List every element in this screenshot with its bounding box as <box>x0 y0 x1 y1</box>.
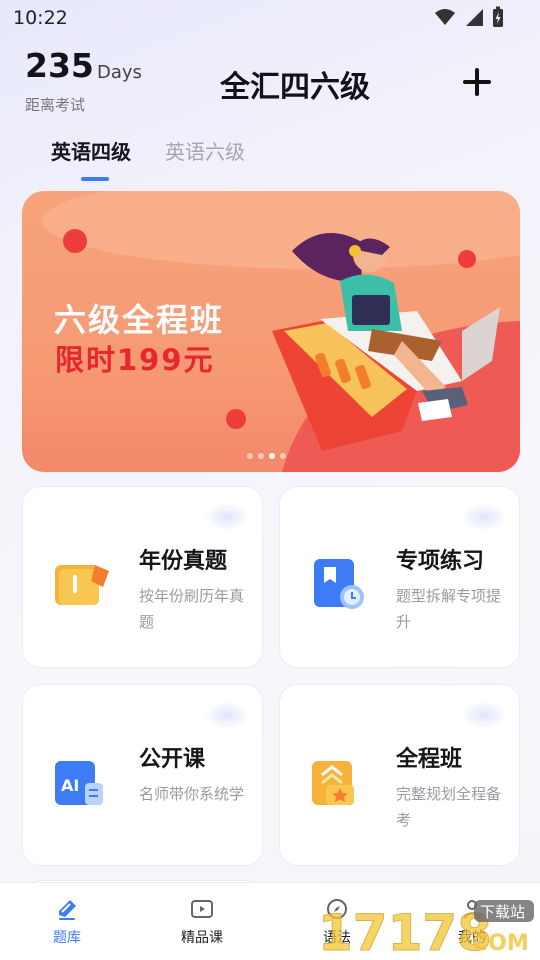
card-past-papers[interactable]: 年份真题 按年份刷历年真题 <box>22 486 263 668</box>
book-icon <box>55 565 109 605</box>
promo-banner[interactable]: 六级全程班 限时199元 <box>22 191 520 472</box>
svg-text:AI: AI <box>61 776 79 795</box>
card-desc: 名师带你系统学 <box>139 785 245 803</box>
pagination-dot <box>280 453 286 459</box>
card-desc: 题型拆解专项提升 <box>396 587 502 631</box>
exam-tabs: 英语四级 英语六级 <box>51 136 245 165</box>
status-time: 10:22 <box>13 7 68 29</box>
bookmark-clock-icon <box>314 559 364 609</box>
add-icon[interactable] <box>459 64 495 100</box>
card-title: 公开课 <box>139 747 206 772</box>
status-icons <box>434 6 504 28</box>
watermark-number: 17178 <box>318 904 492 958</box>
card-desc: 按年份刷历年真题 <box>139 587 245 631</box>
card-glow <box>461 701 507 729</box>
card-glow <box>461 503 507 531</box>
pagination-dot <box>247 453 253 459</box>
tab-cet6[interactable]: 英语六级 <box>165 136 245 165</box>
watermark-suffix: COM <box>472 931 529 956</box>
pencil-icon <box>59 900 76 920</box>
nav-label: 精品课 <box>181 930 223 946</box>
tab-cet4[interactable]: 英语四级 <box>51 136 131 165</box>
banner-subtitle: 限时199元 <box>55 343 215 377</box>
card-desc: 完整规划全程备考 <box>396 785 502 829</box>
nav-label: 题库 <box>53 930 81 946</box>
banner-pagination <box>247 453 286 459</box>
nav-item-question-bank[interactable]: 题库 <box>17 897 117 947</box>
card-title: 全程班 <box>396 747 463 772</box>
card-glow <box>204 701 250 729</box>
watermark-tag: 下载站 <box>480 903 525 921</box>
status-bar: 10:22 <box>0 0 540 36</box>
play-icon <box>191 900 213 918</box>
star-badge-icon <box>312 761 354 805</box>
card-title: 年份真题 <box>139 549 228 574</box>
wifi-icon <box>435 9 455 25</box>
card-open-class[interactable]: AI 公开课 名师带你系统学 <box>22 684 263 866</box>
card-full-course[interactable]: 全程班 完整规划全程备考 <box>279 684 520 866</box>
pagination-dot-active <box>269 453 275 459</box>
pagination-dot <box>258 453 264 459</box>
ai-doc-icon: AI <box>55 761 103 805</box>
battery-icon <box>493 6 503 27</box>
nav-item-courses[interactable]: 精品课 <box>152 897 252 947</box>
card-topic-practice[interactable]: 专项练习 题型拆解专项提升 <box>279 486 520 668</box>
watermark-logo: 17178 下载站 COM <box>318 900 534 958</box>
card-title: 专项练习 <box>396 549 485 574</box>
banner-title: 六级全程班 <box>54 301 225 339</box>
tab-indicator <box>81 177 109 181</box>
signal-icon <box>466 9 483 26</box>
card-glow <box>204 503 250 531</box>
